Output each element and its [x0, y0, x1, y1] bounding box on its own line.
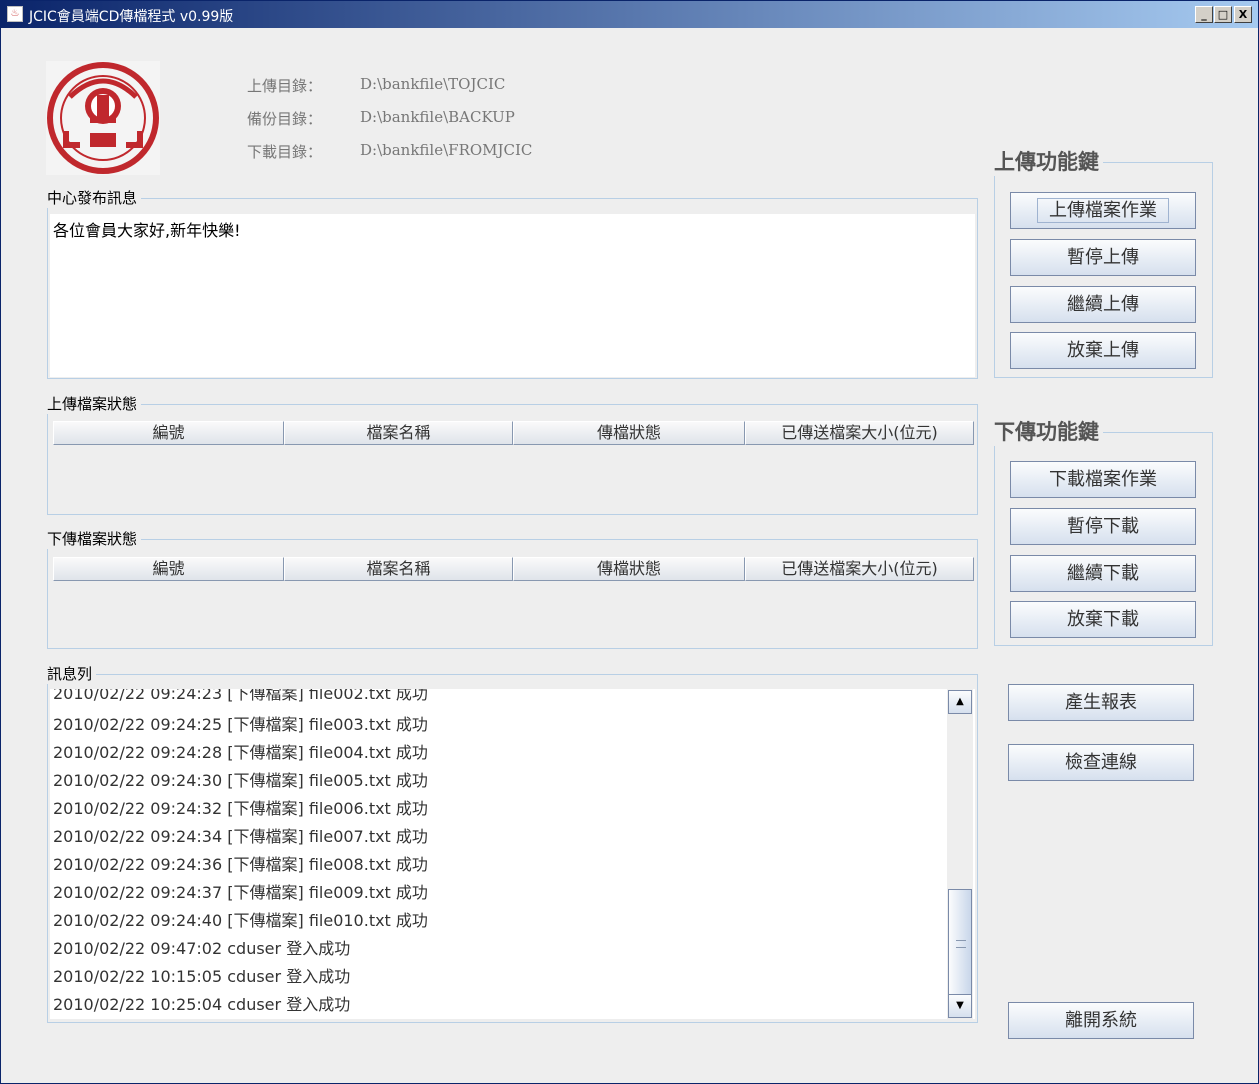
close-button[interactable]: X: [1234, 6, 1252, 23]
pause-download-button[interactable]: 暫停下載: [1010, 508, 1196, 545]
upload-table-header: 編號 檔案名稱 傳檔狀態 已傳送檔案大小(位元): [53, 421, 974, 445]
upload-status-title: 上傳檔案狀態: [47, 394, 142, 414]
upload-dir-value: D:\bankfile\TOJCIC: [360, 75, 506, 93]
download-dir-label: 下載目錄：: [247, 143, 323, 161]
log-line: 2010/02/22 10:15:05 cduser 登入成功: [53, 967, 351, 986]
log-group-title: 訊息列: [47, 664, 97, 684]
log-textarea[interactable]: 2010/02/22 09:24:23 [下傳檔案] file002.txt 成…: [50, 689, 975, 1019]
abort-upload-button[interactable]: 放棄上傳: [1010, 332, 1196, 369]
check-connection-button[interactable]: 檢查連線: [1008, 744, 1194, 781]
upload-files-button[interactable]: 上傳檔案作業: [1010, 192, 1196, 229]
download-col-filename[interactable]: 檔案名稱: [284, 557, 513, 581]
download-col-status[interactable]: 傳檔狀態: [513, 557, 745, 581]
download-dir-value: D:\bankfile\FROMJCIC: [360, 141, 533, 159]
scroll-thumb[interactable]: [948, 889, 972, 995]
log-scrollbar[interactable]: ▲ ▼: [947, 689, 973, 1019]
upload-functions-title: 上傳功能鍵: [994, 148, 1103, 176]
backup-dir-label: 備份目錄：: [247, 110, 323, 128]
download-functions-title: 下傳功能鍵: [994, 418, 1103, 446]
java-app-icon[interactable]: ♨: [7, 6, 23, 22]
abort-download-button[interactable]: 放棄下載: [1010, 601, 1196, 638]
notice-group-title: 中心發布訊息: [47, 188, 142, 208]
log-line: 2010/02/22 09:47:02 cduser 登入成功: [53, 939, 351, 958]
log-line: 2010/02/22 09:24:23 [下傳檔案] file002.txt 成…: [53, 689, 428, 703]
log-line: 2010/02/22 09:24:28 [下傳檔案] file004.txt 成…: [53, 743, 428, 762]
backup-dir-value: D:\bankfile\BACKUP: [360, 108, 515, 126]
download-status-group: 下傳檔案狀態: [47, 529, 978, 649]
upload-col-filename[interactable]: 檔案名稱: [284, 421, 513, 445]
log-line: 2010/02/22 09:24:37 [下傳檔案] file009.txt 成…: [53, 883, 428, 902]
log-line: 2010/02/22 09:24:36 [下傳檔案] file008.txt 成…: [53, 855, 428, 874]
minimize-button[interactable]: _: [1195, 6, 1213, 23]
log-line: 2010/02/22 09:24:34 [下傳檔案] file007.txt 成…: [53, 827, 428, 846]
upload-dir-label: 上傳目錄：: [247, 77, 323, 95]
maximize-button[interactable]: □: [1214, 6, 1232, 23]
jcic-logo: [46, 61, 160, 175]
pause-upload-button[interactable]: 暫停上傳: [1010, 239, 1196, 276]
main-window: ♨ JCIC會員端CD傳檔程式 v0.99版 _ □ X 上傳目錄： D:\ba…: [0, 0, 1259, 1084]
download-col-id[interactable]: 編號: [53, 557, 284, 581]
upload-col-id[interactable]: 編號: [53, 421, 284, 445]
notice-text: 各位會員大家好,新年快樂!: [53, 221, 241, 240]
download-files-button[interactable]: 下載檔案作業: [1010, 461, 1196, 498]
upload-col-status[interactable]: 傳檔狀態: [513, 421, 745, 445]
resume-upload-button[interactable]: 繼續上傳: [1010, 286, 1196, 323]
download-status-title: 下傳檔案狀態: [47, 529, 142, 549]
log-line: 2010/02/22 10:25:04 cduser 登入成功: [53, 995, 351, 1014]
generate-report-button[interactable]: 產生報表: [1008, 684, 1194, 721]
download-col-size[interactable]: 已傳送檔案大小(位元): [745, 557, 974, 581]
log-line: 2010/02/22 09:24:32 [下傳檔案] file006.txt 成…: [53, 799, 428, 818]
window-title: JCIC會員端CD傳檔程式 v0.99版: [29, 9, 234, 25]
title-bar[interactable]: ♨ JCIC會員端CD傳檔程式 v0.99版 _ □ X: [1, 1, 1258, 28]
download-table-header: 編號 檔案名稱 傳檔狀態 已傳送檔案大小(位元): [53, 557, 974, 581]
scroll-up-arrow-icon[interactable]: ▲: [948, 690, 972, 714]
scroll-down-arrow-icon[interactable]: ▼: [948, 994, 972, 1018]
exit-system-button[interactable]: 離開系統: [1008, 1002, 1194, 1039]
upload-col-size[interactable]: 已傳送檔案大小(位元): [745, 421, 974, 445]
grip-icon: [956, 940, 966, 948]
log-line: 2010/02/22 09:24:40 [下傳檔案] file010.txt 成…: [53, 911, 428, 930]
resume-download-button[interactable]: 繼續下載: [1010, 555, 1196, 592]
notice-textarea[interactable]: 各位會員大家好,新年快樂!: [50, 214, 975, 377]
log-line: 2010/02/22 09:24:25 [下傳檔案] file003.txt 成…: [53, 715, 428, 734]
log-line: 2010/02/22 09:24:30 [下傳檔案] file005.txt 成…: [53, 771, 428, 790]
